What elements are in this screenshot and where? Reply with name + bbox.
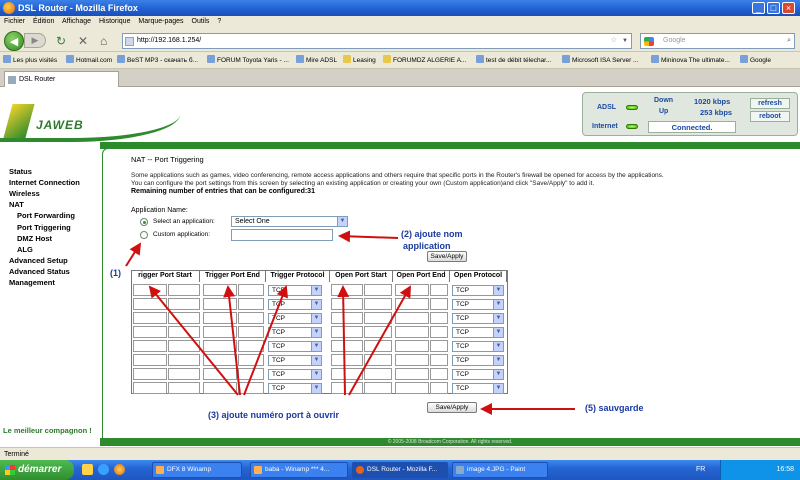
annotation-2-line1: (2) ajoute nom xyxy=(401,229,463,239)
language-indicator[interactable]: FR xyxy=(696,464,705,476)
quicklaunch-icon[interactable] xyxy=(98,464,109,475)
annotation-5: (5) sauvgarde xyxy=(585,403,644,413)
firefox-quicklaunch-icon[interactable] xyxy=(114,464,125,475)
page-footer: © 2005-2008 Broadcom Corporation. All ri… xyxy=(100,438,800,446)
arrow-3c xyxy=(243,285,288,396)
start-button[interactable]: démarrer xyxy=(0,460,74,480)
arrow-3a xyxy=(148,285,239,396)
taskbar-item-active[interactable]: DSL Router - Mozilla F... xyxy=(352,462,448,478)
quicklaunch-icon[interactable] xyxy=(82,464,93,475)
system-tray: 16:58 xyxy=(720,460,800,480)
clock: 16:58 xyxy=(776,466,794,473)
taskbar-item[interactable]: DFX 8 Winamp xyxy=(152,462,242,478)
arrow-3e xyxy=(348,285,411,396)
taskbar-item[interactable]: image 4.JPG - Paint xyxy=(452,462,548,478)
taskbar-item[interactable]: baba - Winamp *** 4... xyxy=(250,462,348,478)
annotation-2-line2: application xyxy=(403,241,451,251)
arrow-3b xyxy=(223,285,241,396)
annotation-arrows xyxy=(125,230,575,415)
browser-statusbar: Terminé xyxy=(0,447,800,460)
annotation-1: (1) xyxy=(110,268,121,278)
arrow-3d xyxy=(337,285,350,396)
arrow-2 xyxy=(338,230,399,243)
annotation-3: (3) ajoute numéro port à ouvrir xyxy=(208,410,340,420)
arrow-1 xyxy=(125,242,142,267)
